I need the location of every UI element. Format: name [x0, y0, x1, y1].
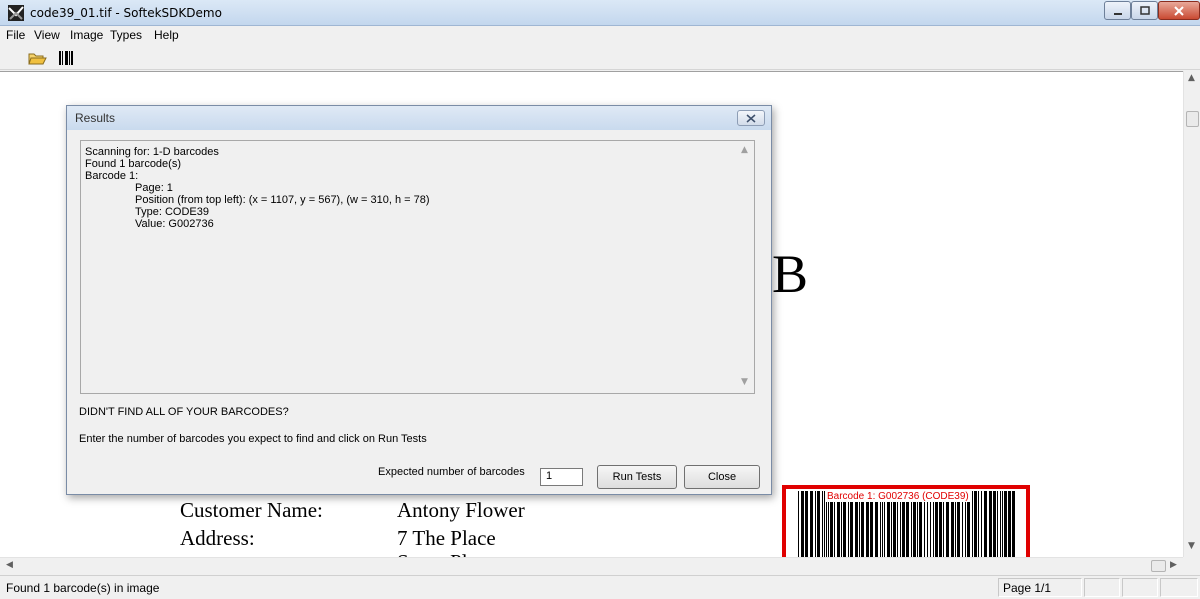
- results-line: Found 1 barcode(s): [85, 158, 181, 170]
- status-panel: [1122, 578, 1158, 597]
- menu-types[interactable]: Types: [110, 28, 142, 42]
- results-dialog: Results Scanning for: 1-D barcodes Found…: [66, 105, 772, 495]
- barcode-scan-icon: [59, 51, 73, 65]
- results-detail-line: Page: 1: [135, 182, 173, 194]
- status-bar: Found 1 barcode(s) in image Page 1/1: [0, 575, 1200, 599]
- title-bar[interactable]: code39_01.tif - SoftekSDKDemo: [0, 0, 1200, 26]
- address-line1: 7 The Place: [397, 526, 496, 550]
- customer-name-value: Antony Flower: [397, 498, 525, 522]
- barcode-overlay-label: Barcode 1: G002736 (CODE39): [826, 491, 970, 502]
- results-line: Scanning for: 1-D barcodes: [85, 146, 219, 158]
- minimize-icon: [1113, 13, 1122, 15]
- vertical-scroll-thumb[interactable]: [1186, 111, 1199, 127]
- didnt-find-heading: DIDN'T FIND ALL OF YOUR BARCODES?: [79, 406, 289, 418]
- main-window: code39_01.tif - SoftekSDKDemo File View …: [0, 0, 1200, 599]
- scroll-up-icon[interactable]: ▲: [1188, 73, 1195, 83]
- toolbar: [0, 46, 1200, 70]
- expected-barcodes-input[interactable]: 1: [540, 468, 583, 486]
- menu-help[interactable]: Help: [154, 28, 179, 42]
- close-icon: [1174, 6, 1184, 16]
- horizontal-scrollbar[interactable]: ◀ ▶: [0, 557, 1183, 574]
- close-icon: [746, 114, 756, 123]
- results-textarea[interactable]: Scanning for: 1-D barcodes Found 1 barco…: [80, 140, 755, 394]
- status-panel: [1160, 578, 1198, 597]
- page-indicator: Page 1/1: [998, 578, 1082, 597]
- customer-name-label: Customer Name:: [180, 498, 323, 522]
- minimize-button[interactable]: [1104, 1, 1131, 20]
- results-line: Barcode 1:: [85, 170, 139, 182]
- results-detail-line: Type: CODE39: [135, 206, 209, 218]
- dialog-title-bar[interactable]: Results: [67, 106, 771, 130]
- menu-image[interactable]: Image: [70, 28, 103, 42]
- scroll-down-icon[interactable]: ▼: [1188, 541, 1195, 551]
- address-label: Address:: [180, 526, 255, 550]
- scroll-right-icon[interactable]: ▶: [1170, 560, 1177, 570]
- results-scrollbar[interactable]: ▲ ▼: [737, 141, 754, 393]
- menu-file[interactable]: File: [6, 28, 25, 42]
- horizontal-scroll-thumb[interactable]: [1151, 560, 1166, 572]
- scroll-down-icon[interactable]: ▼: [741, 377, 748, 387]
- results-text: Scanning for: 1-D barcodes Found 1 barco…: [85, 146, 430, 230]
- menu-bar: File View Image Types Help: [0, 26, 1200, 46]
- menu-view[interactable]: View: [34, 28, 60, 42]
- run-tests-button[interactable]: Run Tests: [597, 465, 677, 489]
- dialog-close-button[interactable]: [737, 110, 765, 126]
- document-large-letter: B: [772, 244, 809, 304]
- window-title: code39_01.tif - SoftekSDKDemo: [30, 6, 222, 20]
- barcode-highlight[interactable]: Barcode 1: G002736 (CODE39): [782, 485, 1030, 557]
- scroll-left-icon[interactable]: ◀: [6, 560, 13, 570]
- results-detail-line: Position (from top left): (x = 1107, y =…: [135, 194, 430, 206]
- scan-barcode-button[interactable]: [56, 48, 78, 68]
- address-line2-partial: Some Place: [397, 550, 496, 557]
- scroll-up-icon[interactable]: ▲: [741, 145, 748, 155]
- status-panel: [1084, 578, 1120, 597]
- open-folder-icon: [28, 53, 47, 65]
- app-icon: [8, 5, 24, 21]
- window-close-button[interactable]: [1158, 1, 1200, 20]
- open-button[interactable]: [26, 48, 48, 68]
- results-detail-line: Value: G002736: [135, 218, 214, 230]
- instructions-text: Enter the number of barcodes you expect …: [79, 433, 427, 445]
- status-message: Found 1 barcode(s) in image: [6, 581, 160, 595]
- maximize-icon: [1139, 6, 1150, 15]
- maximize-button[interactable]: [1131, 1, 1158, 20]
- expected-barcodes-label: Expected number of barcodes: [378, 466, 525, 478]
- vertical-scrollbar[interactable]: ▲ ▼: [1183, 71, 1200, 557]
- close-button[interactable]: Close: [684, 465, 760, 489]
- dialog-title: Results: [75, 111, 116, 125]
